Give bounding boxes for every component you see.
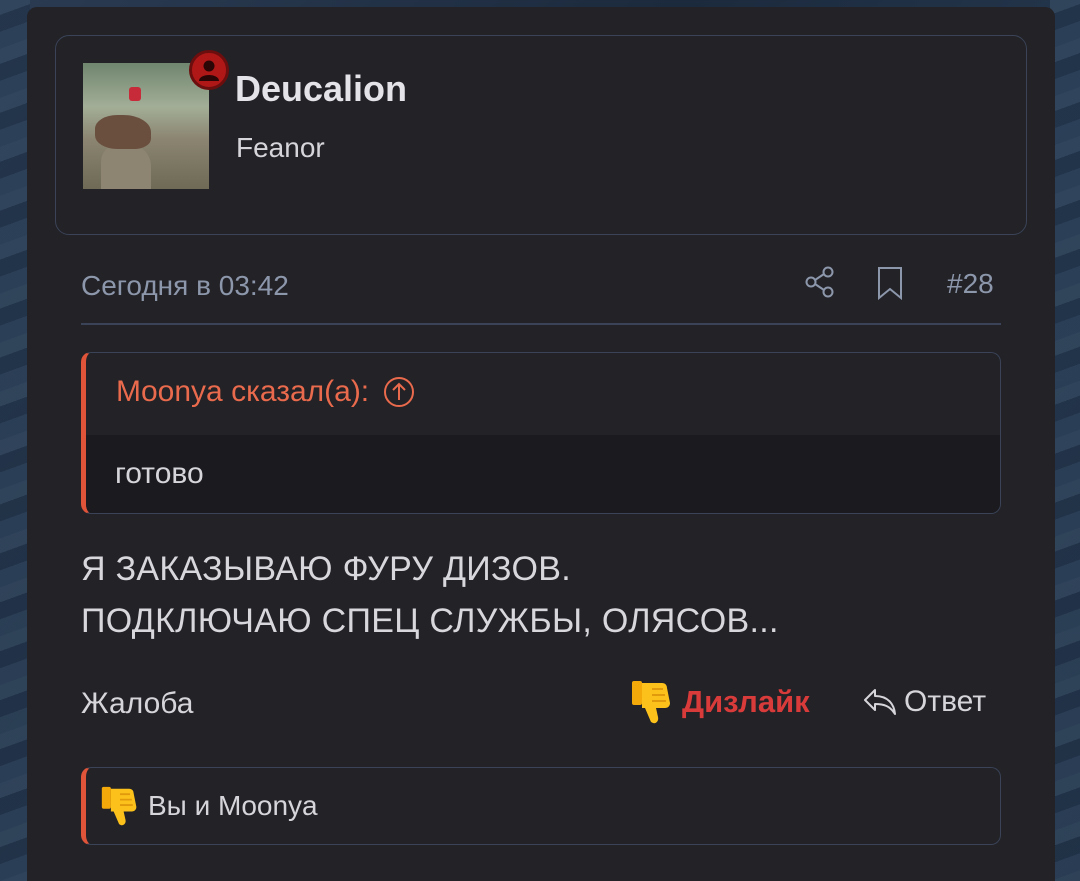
quote-text: готово bbox=[115, 457, 204, 490]
quote-body: готово bbox=[86, 435, 1000, 513]
message-body: Я ЗАКАЗЫВАЮ ФУРУ ДИЗОВ. ПОДКЛЮЧАЮ СПЕЦ С… bbox=[81, 543, 779, 647]
thumbs-down-icon bbox=[632, 681, 670, 724]
user-avatar[interactable] bbox=[83, 63, 209, 189]
reply-label[interactable]: Ответ bbox=[904, 685, 986, 719]
quote-author-link[interactable]: Moonya сказал(а): bbox=[116, 375, 415, 409]
reactions-text[interactable]: Вы и Moonya bbox=[148, 790, 318, 822]
background-left bbox=[0, 0, 30, 881]
dislike-button[interactable]: Дизлайк bbox=[630, 679, 810, 725]
quote-author[interactable]: Moonya сказал(а): bbox=[116, 375, 369, 409]
thumbs-down-icon bbox=[101, 786, 137, 826]
user-title: Feanor bbox=[236, 132, 325, 163]
report-link[interactable]: Жалоба bbox=[81, 687, 193, 721]
bookmark-icon[interactable] bbox=[876, 266, 904, 301]
post-number[interactable]: #28 bbox=[947, 268, 994, 300]
username[interactable]: Deucalion bbox=[235, 68, 407, 110]
user-card: Deucalion Feanor bbox=[55, 35, 1027, 235]
dislike-label[interactable]: Дизлайк bbox=[682, 684, 810, 720]
arrow-up-circle-icon[interactable] bbox=[383, 376, 415, 408]
post-date[interactable]: Сегодня в 03:42 bbox=[81, 270, 289, 302]
message-line: ПОДКЛЮЧАЮ СПЕЦ СЛУЖБЫ, ОЛЯСОВ... bbox=[81, 602, 779, 640]
divider bbox=[81, 323, 1001, 325]
share-icon[interactable] bbox=[803, 265, 837, 299]
forum-post: Deucalion Feanor Сегодня в 03:42 #28 Moo… bbox=[27, 7, 1055, 881]
reactions-bar[interactable]: Вы и Moonya bbox=[81, 767, 1001, 845]
quote-block: Moonya сказал(а): готово bbox=[81, 352, 1001, 514]
online-user-icon bbox=[189, 50, 229, 90]
reply-button[interactable]: Ответ bbox=[862, 685, 986, 719]
message-line: Я ЗАКАЗЫВАЮ ФУРУ ДИЗОВ. bbox=[81, 550, 571, 588]
reply-icon bbox=[864, 689, 896, 715]
